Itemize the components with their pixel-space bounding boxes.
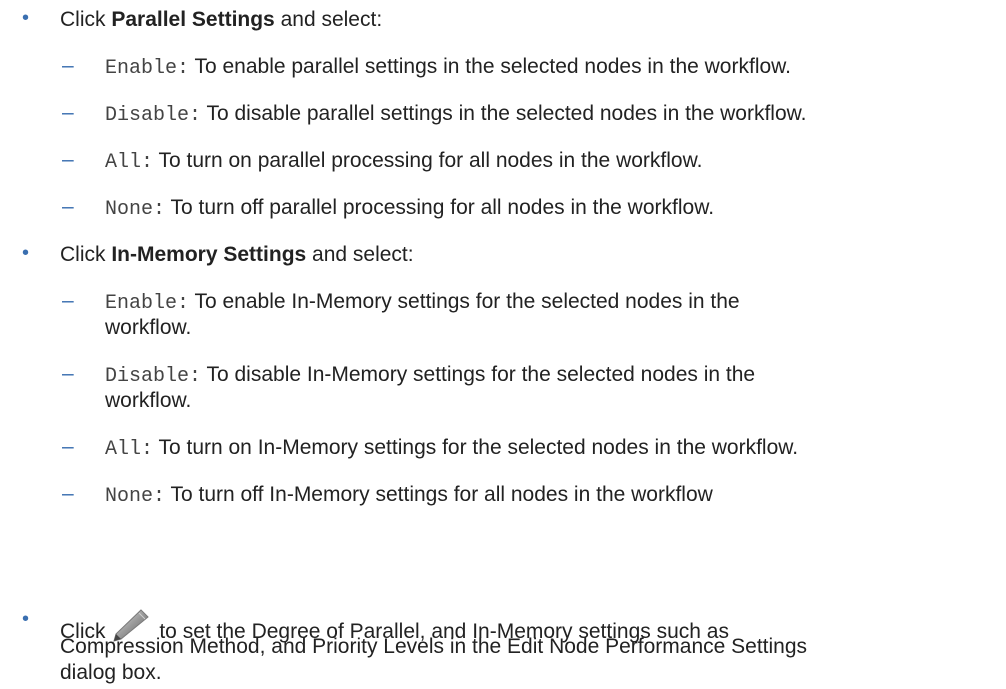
- dash: –: [62, 148, 74, 171]
- dash: –: [62, 289, 74, 312]
- inmemory-settings-instruction: Click In-Memory Settings and select:: [60, 243, 414, 266]
- parallel-option-all: All: To turn on parallel processing for …: [105, 149, 703, 174]
- edit-instruction-line3: dialog box.: [60, 661, 162, 684]
- bullet: •: [22, 608, 30, 630]
- inmemory-option-disable-cont: workflow.: [105, 389, 192, 412]
- parallel-option-enable: Enable: To enable parallel settings in t…: [105, 55, 792, 80]
- parallel-settings-label: Parallel Settings: [111, 8, 275, 31]
- bullet: •: [22, 7, 30, 29]
- dash: –: [62, 362, 74, 385]
- bullet: •: [22, 242, 30, 264]
- inmemory-option-all: All: To turn on In-Memory settings for t…: [105, 436, 799, 461]
- dash: –: [62, 101, 74, 124]
- inmemory-option-none: None: To turn off In-Memory settings for…: [105, 483, 713, 508]
- dash: –: [62, 482, 74, 505]
- dash: –: [62, 435, 74, 458]
- inmemory-option-enable-cont: workflow.: [105, 316, 192, 339]
- dash: –: [62, 54, 74, 77]
- inmemory-settings-label: In-Memory Settings: [111, 243, 307, 266]
- parallel-option-disable: Disable: To disable parallel settings in…: [105, 102, 807, 127]
- inmemory-option-disable: Disable: To disable In-Memory settings f…: [105, 363, 756, 388]
- parallel-option-none: None: To turn off parallel processing fo…: [105, 196, 715, 221]
- inmemory-option-enable: Enable: To enable In-Memory settings for…: [105, 290, 740, 315]
- dash: –: [62, 195, 74, 218]
- parallel-settings-instruction: Click Parallel Settings and select:: [60, 8, 383, 31]
- edit-instruction-line2: Compression Method, and Priority Levels …: [60, 635, 808, 658]
